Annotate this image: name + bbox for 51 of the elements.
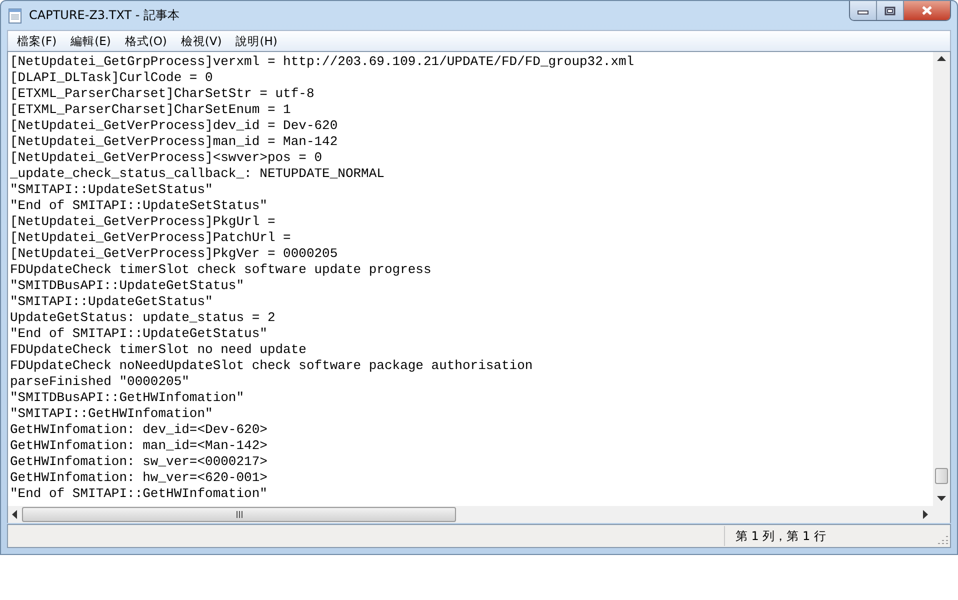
text-line: GetHWInfomation: hw_ver=<620-001>	[10, 470, 268, 486]
menu-item[interactable]: 說明(H)	[228, 34, 284, 48]
text-line: GetHWInfomation: dev_id=<Dev-620>	[10, 422, 268, 438]
text-line: GetHWInfomation: man_id=<Man-142>	[10, 438, 268, 454]
text-line: [ETXML_ParserCharset]CharSetStr = utf-8	[10, 86, 316, 102]
text-line: "SMITDBusAPI::GetHWInfomation"	[10, 390, 246, 406]
scroll-down-icon[interactable]	[937, 496, 946, 502]
menu-item[interactable]: 格式(O)	[118, 34, 174, 48]
text-line: [NetUpdatei_GetVerProcess]man_id = Man-142	[10, 134, 339, 150]
text-line: UpdateGetStatus: update_status = 2	[10, 310, 276, 326]
text-line: [NetUpdatei_GetVerProcess]<swver>pos = 0	[10, 150, 324, 166]
scroll-up-icon[interactable]	[937, 56, 946, 62]
text-line: [NetUpdatei_GetVerProcess]dev_id = Dev-620	[10, 118, 339, 134]
text-line: [NetUpdatei_GetVerProcess]PatchUrl =	[10, 230, 292, 246]
text-line: "SMITAPI::GetHWInfomation"	[10, 406, 214, 422]
text-line: [ETXML_ParserCharset]CharSetEnum = 1	[10, 102, 292, 118]
notepad-icon	[7, 8, 23, 24]
text-line: [DLAPI_DLTask]CurlCode = 0	[10, 70, 214, 86]
text-line: [NetUpdatei_GetVerProcess]PkgVer = 0000205	[10, 246, 339, 262]
scroll-right-icon[interactable]	[923, 510, 929, 519]
text-line: "SMITDBusAPI::UpdateGetStatus"	[10, 278, 246, 294]
minimize-button[interactable]	[850, 1, 877, 20]
text-line: GetHWInfomation: sw_ver=<0000217>	[10, 454, 268, 470]
text-line: _update_check_status_callback_: NETUPDATE_NORMAL	[10, 166, 386, 182]
scroll-left-icon[interactable]	[12, 510, 18, 519]
close-button[interactable]	[904, 1, 950, 20]
text-line: FDUpdateCheck noNeedUpdateSlot check software package authorisation	[10, 358, 534, 374]
window-title: CAPTURE-Z3.TXT - 記事本	[29, 7, 180, 24]
horizontal-scrollbar[interactable]	[8, 506, 933, 523]
maximize-button[interactable]	[877, 1, 904, 20]
text-line: "SMITAPI::UpdateSetStatus"	[10, 182, 214, 198]
cursor-position: 第 1 列，第 1 行	[724, 526, 936, 546]
text-line: parseFinished "0000205"	[10, 374, 190, 390]
text-line: "SMITAPI::UpdateGetStatus"	[10, 294, 214, 310]
close-icon	[920, 5, 934, 16]
text-line: FDUpdateCheck timerSlot check software update progress	[10, 262, 432, 278]
menu-item[interactable]: 檔案(F)	[10, 34, 64, 48]
text-line: [NetUpdatei_GetVerProcess]PkgUrl =	[10, 214, 276, 230]
maximize-icon	[884, 6, 896, 16]
scroll-thumb[interactable]	[22, 507, 456, 522]
text-line: "End of SMITAPI::UpdateGetStatus"	[10, 326, 268, 342]
grip-icon	[236, 511, 242, 518]
text-line: FDUpdateCheck timerSlot no need update	[10, 342, 308, 358]
menu-item[interactable]: 編輯(E)	[64, 34, 118, 48]
menu-item[interactable]: 檢視(V)	[174, 34, 229, 48]
scroll-thumb[interactable]	[935, 468, 948, 484]
text-line: "End of SMITAPI::UpdateSetStatus"	[10, 198, 268, 214]
vertical-scrollbar[interactable]	[933, 52, 950, 506]
text-line: "End of SMITAPI::GetHWInfomation"	[10, 486, 268, 502]
text-line: [NetUpdatei_GetGrpProcess]verxml = http://203.69.109.21/UPDATE/FD/FD_group32.xml	[10, 54, 636, 70]
resize-grip-icon[interactable]	[936, 533, 948, 545]
